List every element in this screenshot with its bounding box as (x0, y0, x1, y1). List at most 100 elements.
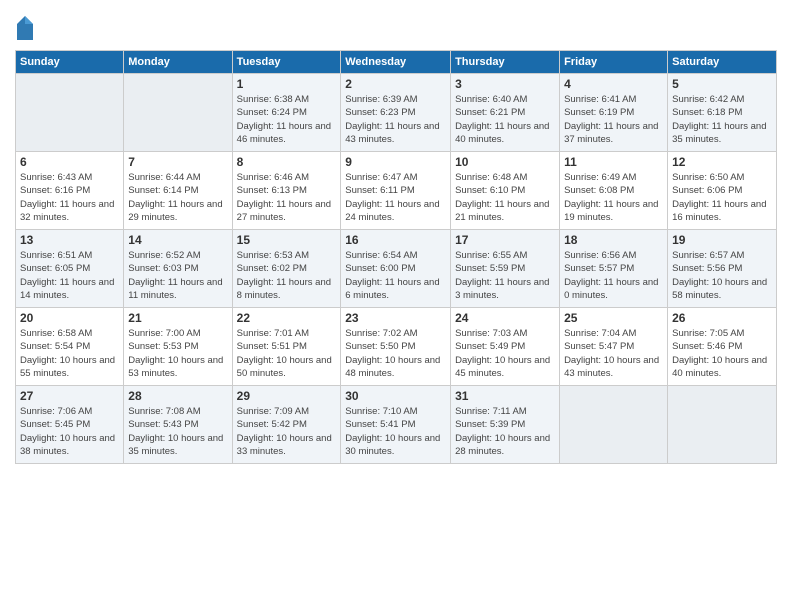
weekday-header-tuesday: Tuesday (232, 51, 341, 74)
calendar-day-cell: 26Sunrise: 7:05 AMSunset: 5:46 PMDayligh… (668, 308, 777, 386)
day-info: Sunrise: 6:41 AMSunset: 6:19 PMDaylight:… (564, 93, 663, 146)
day-number: 8 (237, 155, 337, 169)
calendar-day-cell: 14 Sunrise: 6:52 AMSunset: 6:03 PMDayligh… (124, 230, 232, 308)
day-info: Sunrise: 6:48 AMSunset: 6:10 PMDaylight:… (455, 171, 555, 224)
calendar-day-cell: 13 Sunrise: 6:51 AMSunset: 6:05 PMDayligh… (16, 230, 124, 308)
calendar-day-cell: 6 Sunrise: 6:43 AMSunset: 6:16 PMDaylight… (16, 152, 124, 230)
day-info: Sunrise: 6:43 AMSunset: 6:16 PMDaylight:… (20, 171, 119, 224)
calendar-day-cell: 29Sunrise: 7:09 AMSunset: 5:42 PMDayligh… (232, 386, 341, 464)
header (15, 10, 777, 42)
day-number: 9 (345, 155, 446, 169)
day-number: 20 (20, 311, 119, 325)
day-info: Sunrise: 6:54 AMSunset: 6:00 PMDaylight:… (345, 249, 446, 302)
weekday-header-thursday: Thursday (451, 51, 560, 74)
day-info: Sunrise: 6:57 AMSunset: 5:56 PMDaylight:… (672, 249, 772, 302)
day-number: 3 (455, 77, 555, 91)
day-number: 16 (345, 233, 446, 247)
day-number: 7 (128, 155, 227, 169)
day-number: 25 (564, 311, 663, 325)
weekday-header-friday: Friday (560, 51, 668, 74)
calendar-day-cell: 5 Sunrise: 6:42 AMSunset: 6:18 PMDaylight… (668, 74, 777, 152)
day-info: Sunrise: 7:08 AMSunset: 5:43 PMDaylight:… (128, 405, 227, 458)
day-info: Sunrise: 7:00 AMSunset: 5:53 PMDaylight:… (128, 327, 227, 380)
day-number: 5 (672, 77, 772, 91)
weekday-header-sunday: Sunday (16, 51, 124, 74)
day-info: Sunrise: 7:02 AMSunset: 5:50 PMDaylight:… (345, 327, 446, 380)
day-info: Sunrise: 6:58 AMSunset: 5:54 PMDaylight:… (20, 327, 119, 380)
calendar-day-cell: 1 Sunrise: 6:38 AMSunset: 6:24 PMDaylight… (232, 74, 341, 152)
day-number: 13 (20, 233, 119, 247)
calendar-day-cell: 18 Sunrise: 6:56 AMSunset: 5:57 PMDayligh… (560, 230, 668, 308)
calendar-day-cell: 17 Sunrise: 6:55 AMSunset: 5:59 PMDayligh… (451, 230, 560, 308)
day-number: 21 (128, 311, 227, 325)
day-number: 22 (237, 311, 337, 325)
day-info: Sunrise: 6:42 AMSunset: 6:18 PMDaylight:… (672, 93, 772, 146)
calendar-day-cell: 27Sunrise: 7:06 AMSunset: 5:45 PMDayligh… (16, 386, 124, 464)
day-number: 12 (672, 155, 772, 169)
calendar-week-row: 27Sunrise: 7:06 AMSunset: 5:45 PMDayligh… (16, 386, 777, 464)
calendar-day-cell: 28 Sunrise: 7:08 AMSunset: 5:43 PMDayligh… (124, 386, 232, 464)
day-info: Sunrise: 6:46 AMSunset: 6:13 PMDaylight:… (237, 171, 337, 224)
day-number: 11 (564, 155, 663, 169)
day-info: Sunrise: 6:47 AMSunset: 6:11 PMDaylight:… (345, 171, 446, 224)
calendar-day-cell: 15 Sunrise: 6:53 AMSunset: 6:02 PMDayligh… (232, 230, 341, 308)
calendar-day-cell: 20 Sunrise: 6:58 AMSunset: 5:54 PMDayligh… (16, 308, 124, 386)
weekday-header-monday: Monday (124, 51, 232, 74)
day-info: Sunrise: 6:50 AMSunset: 6:06 PMDaylight:… (672, 171, 772, 224)
day-info: Sunrise: 6:51 AMSunset: 6:05 PMDaylight:… (20, 249, 119, 302)
day-number: 30 (345, 389, 446, 403)
calendar-day-cell (668, 386, 777, 464)
day-number: 31 (455, 389, 555, 403)
day-number: 14 (128, 233, 227, 247)
day-info: Sunrise: 7:09 AMSunset: 5:42 PMDaylight:… (237, 405, 337, 458)
day-number: 2 (345, 77, 446, 91)
day-info: Sunrise: 6:44 AMSunset: 6:14 PMDaylight:… (128, 171, 227, 224)
calendar-day-cell: 30 Sunrise: 7:10 AMSunset: 5:41 PMDayligh… (341, 386, 451, 464)
calendar-day-cell: 7 Sunrise: 6:44 AMSunset: 6:14 PMDaylight… (124, 152, 232, 230)
day-number: 23 (345, 311, 446, 325)
calendar-day-cell: 22 Sunrise: 7:01 AMSunset: 5:51 PMDayligh… (232, 308, 341, 386)
calendar-day-cell (560, 386, 668, 464)
day-number: 27 (20, 389, 119, 403)
calendar-day-cell: 9 Sunrise: 6:47 AMSunset: 6:11 PMDaylight… (341, 152, 451, 230)
calendar-day-cell: 19 Sunrise: 6:57 AMSunset: 5:56 PMDayligh… (668, 230, 777, 308)
calendar-day-cell: 25Sunrise: 7:04 AMSunset: 5:47 PMDayligh… (560, 308, 668, 386)
calendar-week-row: 20 Sunrise: 6:58 AMSunset: 5:54 PMDayligh… (16, 308, 777, 386)
day-info: Sunrise: 6:38 AMSunset: 6:24 PMDaylight:… (237, 93, 337, 146)
weekday-header-row: SundayMondayTuesdayWednesdayThursdayFrid… (16, 51, 777, 74)
calendar-table: SundayMondayTuesdayWednesdayThursdayFrid… (15, 50, 777, 464)
day-number: 1 (237, 77, 337, 91)
day-number: 6 (20, 155, 119, 169)
day-info: Sunrise: 6:56 AMSunset: 5:57 PMDaylight:… (564, 249, 663, 302)
day-number: 15 (237, 233, 337, 247)
day-info: Sunrise: 6:53 AMSunset: 6:02 PMDaylight:… (237, 249, 337, 302)
day-info: Sunrise: 7:10 AMSunset: 5:41 PMDaylight:… (345, 405, 446, 458)
logo-icon (15, 14, 35, 42)
calendar-day-cell (16, 74, 124, 152)
day-info: Sunrise: 7:11 AMSunset: 5:39 PMDaylight:… (455, 405, 555, 458)
calendar-day-cell: 31 Sunrise: 7:11 AMSunset: 5:39 PMDayligh… (451, 386, 560, 464)
calendar-week-row: 1 Sunrise: 6:38 AMSunset: 6:24 PMDaylight… (16, 74, 777, 152)
day-info: Sunrise: 7:03 AMSunset: 5:49 PMDaylight:… (455, 327, 555, 380)
day-info: Sunrise: 7:05 AMSunset: 5:46 PMDaylight:… (672, 327, 772, 380)
calendar-container: SundayMondayTuesdayWednesdayThursdayFrid… (0, 0, 792, 612)
day-info: Sunrise: 6:49 AMSunset: 6:08 PMDaylight:… (564, 171, 663, 224)
day-info: Sunrise: 6:40 AMSunset: 6:21 PMDaylight:… (455, 93, 555, 146)
calendar-day-cell: 23 Sunrise: 7:02 AMSunset: 5:50 PMDayligh… (341, 308, 451, 386)
calendar-day-cell: 24 Sunrise: 7:03 AMSunset: 5:49 PMDayligh… (451, 308, 560, 386)
day-info: Sunrise: 6:55 AMSunset: 5:59 PMDaylight:… (455, 249, 555, 302)
day-number: 17 (455, 233, 555, 247)
day-info: Sunrise: 6:52 AMSunset: 6:03 PMDaylight:… (128, 249, 227, 302)
day-number: 19 (672, 233, 772, 247)
logo (15, 14, 37, 42)
day-number: 24 (455, 311, 555, 325)
calendar-day-cell (124, 74, 232, 152)
calendar-day-cell: 10Sunrise: 6:48 AMSunset: 6:10 PMDayligh… (451, 152, 560, 230)
day-number: 28 (128, 389, 227, 403)
day-number: 18 (564, 233, 663, 247)
calendar-week-row: 13 Sunrise: 6:51 AMSunset: 6:05 PMDayligh… (16, 230, 777, 308)
day-info: Sunrise: 7:01 AMSunset: 5:51 PMDaylight:… (237, 327, 337, 380)
calendar-day-cell: 3 Sunrise: 6:40 AMSunset: 6:21 PMDaylight… (451, 74, 560, 152)
calendar-week-row: 6 Sunrise: 6:43 AMSunset: 6:16 PMDaylight… (16, 152, 777, 230)
weekday-header-wednesday: Wednesday (341, 51, 451, 74)
